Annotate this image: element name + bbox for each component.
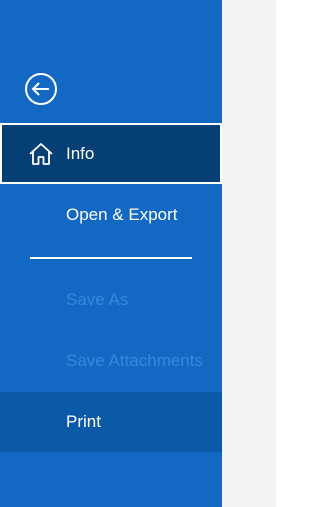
nav-item-save-attachments: Save Attachments	[0, 331, 222, 391]
nav-item-open-export[interactable]: Open & Export	[0, 185, 222, 245]
nav-item-print[interactable]: Print	[0, 392, 222, 452]
backstage-content-area	[222, 0, 276, 507]
nav-item-save-as-label: Save As	[66, 290, 129, 309]
nav-item-info-label: Info	[66, 143, 95, 163]
backstage-view: Info Open & Export Save As Save Attachme…	[0, 0, 276, 507]
home-icon	[29, 143, 53, 165]
nav-item-save-attachments-label: Save Attachments	[66, 351, 204, 370]
nav-item-info[interactable]: Info	[0, 123, 222, 184]
nav-item-open-export-label: Open & Export	[66, 205, 178, 224]
nav-item-print-label: Print	[66, 412, 101, 431]
back-arrow-icon	[25, 73, 57, 105]
back-button[interactable]	[24, 72, 58, 106]
nav-item-save-as: Save As	[0, 270, 222, 330]
nav-divider	[30, 257, 192, 259]
backstage-nav-pane: Info Open & Export Save As Save Attachme…	[0, 0, 222, 507]
